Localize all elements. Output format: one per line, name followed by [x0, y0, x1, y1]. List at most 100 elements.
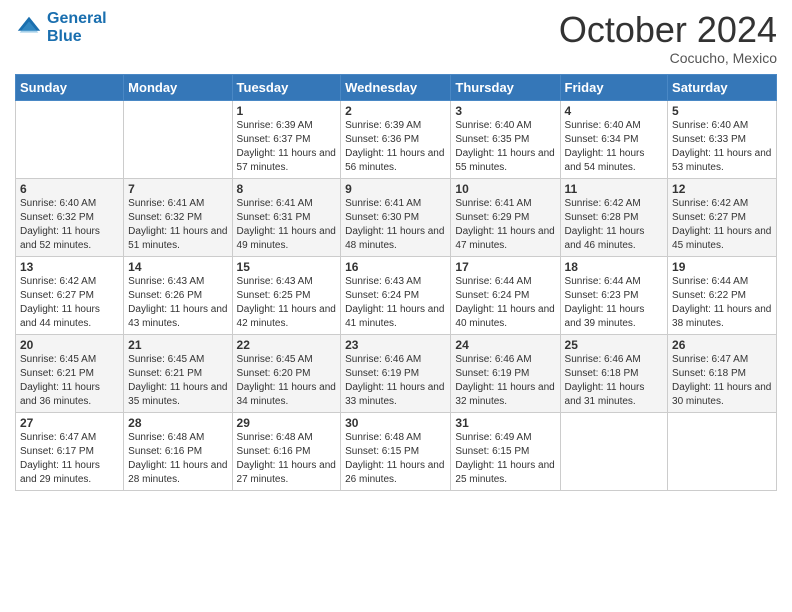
calendar-cell: 24Sunrise: 6:46 AM Sunset: 6:19 PM Dayli… [451, 334, 560, 412]
calendar-cell: 15Sunrise: 6:43 AM Sunset: 6:25 PM Dayli… [232, 256, 341, 334]
day-number: 23 [345, 338, 446, 352]
day-info: Sunrise: 6:41 AM Sunset: 6:32 PM Dayligh… [128, 197, 227, 253]
calendar-cell: 10Sunrise: 6:41 AM Sunset: 6:29 PM Dayli… [451, 178, 560, 256]
calendar-cell: 20Sunrise: 6:45 AM Sunset: 6:21 PM Dayli… [16, 334, 124, 412]
day-number: 27 [20, 416, 119, 430]
day-number: 3 [455, 104, 555, 118]
weekday-header: Thursday [451, 74, 560, 100]
day-number: 24 [455, 338, 555, 352]
weekday-header: Monday [124, 74, 232, 100]
calendar-header-row: SundayMondayTuesdayWednesdayThursdayFrid… [16, 74, 777, 100]
day-number: 7 [128, 182, 227, 196]
day-number: 14 [128, 260, 227, 274]
logo: General Blue [15, 10, 107, 45]
day-info: Sunrise: 6:45 AM Sunset: 6:20 PM Dayligh… [237, 353, 337, 409]
day-number: 13 [20, 260, 119, 274]
calendar-cell [16, 100, 124, 178]
day-info: Sunrise: 6:46 AM Sunset: 6:19 PM Dayligh… [455, 353, 555, 409]
calendar-cell: 12Sunrise: 6:42 AM Sunset: 6:27 PM Dayli… [668, 178, 777, 256]
day-number: 10 [455, 182, 555, 196]
calendar-week-row: 6Sunrise: 6:40 AM Sunset: 6:32 PM Daylig… [16, 178, 777, 256]
logo-text: General Blue [47, 10, 107, 45]
logo-general: General [47, 10, 107, 27]
weekday-header: Friday [560, 74, 668, 100]
day-info: Sunrise: 6:42 AM Sunset: 6:27 PM Dayligh… [672, 197, 772, 253]
calendar-cell: 16Sunrise: 6:43 AM Sunset: 6:24 PM Dayli… [341, 256, 451, 334]
day-number: 30 [345, 416, 446, 430]
calendar-cell: 27Sunrise: 6:47 AM Sunset: 6:17 PM Dayli… [16, 412, 124, 490]
weekday-header: Wednesday [341, 74, 451, 100]
calendar-cell: 4Sunrise: 6:40 AM Sunset: 6:34 PM Daylig… [560, 100, 668, 178]
calendar-cell [124, 100, 232, 178]
calendar-cell: 25Sunrise: 6:46 AM Sunset: 6:18 PM Dayli… [560, 334, 668, 412]
calendar-cell: 6Sunrise: 6:40 AM Sunset: 6:32 PM Daylig… [16, 178, 124, 256]
day-info: Sunrise: 6:39 AM Sunset: 6:36 PM Dayligh… [345, 119, 446, 175]
day-info: Sunrise: 6:47 AM Sunset: 6:18 PM Dayligh… [672, 353, 772, 409]
day-number: 1 [237, 104, 337, 118]
day-number: 19 [672, 260, 772, 274]
day-info: Sunrise: 6:40 AM Sunset: 6:35 PM Dayligh… [455, 119, 555, 175]
day-info: Sunrise: 6:45 AM Sunset: 6:21 PM Dayligh… [20, 353, 119, 409]
day-info: Sunrise: 6:40 AM Sunset: 6:33 PM Dayligh… [672, 119, 772, 175]
day-number: 9 [345, 182, 446, 196]
logo-icon [15, 14, 43, 42]
calendar-cell: 2Sunrise: 6:39 AM Sunset: 6:36 PM Daylig… [341, 100, 451, 178]
day-info: Sunrise: 6:42 AM Sunset: 6:28 PM Dayligh… [565, 197, 664, 253]
day-info: Sunrise: 6:44 AM Sunset: 6:22 PM Dayligh… [672, 275, 772, 331]
day-number: 16 [345, 260, 446, 274]
calendar: SundayMondayTuesdayWednesdayThursdayFrid… [15, 74, 777, 491]
calendar-cell: 22Sunrise: 6:45 AM Sunset: 6:20 PM Dayli… [232, 334, 341, 412]
calendar-cell: 1Sunrise: 6:39 AM Sunset: 6:37 PM Daylig… [232, 100, 341, 178]
day-info: Sunrise: 6:45 AM Sunset: 6:21 PM Dayligh… [128, 353, 227, 409]
calendar-cell: 9Sunrise: 6:41 AM Sunset: 6:30 PM Daylig… [341, 178, 451, 256]
day-number: 31 [455, 416, 555, 430]
day-info: Sunrise: 6:47 AM Sunset: 6:17 PM Dayligh… [20, 431, 119, 487]
calendar-cell: 23Sunrise: 6:46 AM Sunset: 6:19 PM Dayli… [341, 334, 451, 412]
day-info: Sunrise: 6:41 AM Sunset: 6:31 PM Dayligh… [237, 197, 337, 253]
day-info: Sunrise: 6:42 AM Sunset: 6:27 PM Dayligh… [20, 275, 119, 331]
calendar-cell: 30Sunrise: 6:48 AM Sunset: 6:15 PM Dayli… [341, 412, 451, 490]
calendar-week-row: 20Sunrise: 6:45 AM Sunset: 6:21 PM Dayli… [16, 334, 777, 412]
calendar-cell: 26Sunrise: 6:47 AM Sunset: 6:18 PM Dayli… [668, 334, 777, 412]
calendar-cell: 19Sunrise: 6:44 AM Sunset: 6:22 PM Dayli… [668, 256, 777, 334]
day-number: 25 [565, 338, 664, 352]
day-info: Sunrise: 6:39 AM Sunset: 6:37 PM Dayligh… [237, 119, 337, 175]
day-number: 8 [237, 182, 337, 196]
day-number: 4 [565, 104, 664, 118]
weekday-header: Tuesday [232, 74, 341, 100]
location: Cocucho, Mexico [559, 50, 777, 66]
calendar-cell: 28Sunrise: 6:48 AM Sunset: 6:16 PM Dayli… [124, 412, 232, 490]
day-info: Sunrise: 6:46 AM Sunset: 6:19 PM Dayligh… [345, 353, 446, 409]
calendar-cell: 5Sunrise: 6:40 AM Sunset: 6:33 PM Daylig… [668, 100, 777, 178]
calendar-week-row: 1Sunrise: 6:39 AM Sunset: 6:37 PM Daylig… [16, 100, 777, 178]
day-info: Sunrise: 6:49 AM Sunset: 6:15 PM Dayligh… [455, 431, 555, 487]
day-number: 20 [20, 338, 119, 352]
calendar-cell: 17Sunrise: 6:44 AM Sunset: 6:24 PM Dayli… [451, 256, 560, 334]
day-info: Sunrise: 6:41 AM Sunset: 6:29 PM Dayligh… [455, 197, 555, 253]
day-info: Sunrise: 6:44 AM Sunset: 6:24 PM Dayligh… [455, 275, 555, 331]
day-info: Sunrise: 6:48 AM Sunset: 6:15 PM Dayligh… [345, 431, 446, 487]
day-info: Sunrise: 6:40 AM Sunset: 6:32 PM Dayligh… [20, 197, 119, 253]
calendar-cell: 13Sunrise: 6:42 AM Sunset: 6:27 PM Dayli… [16, 256, 124, 334]
page: General Blue October 2024 Cocucho, Mexic… [0, 0, 792, 612]
day-number: 28 [128, 416, 227, 430]
day-number: 22 [237, 338, 337, 352]
calendar-cell [560, 412, 668, 490]
day-number: 2 [345, 104, 446, 118]
day-number: 12 [672, 182, 772, 196]
logo-blue: Blue [47, 28, 107, 46]
calendar-cell: 11Sunrise: 6:42 AM Sunset: 6:28 PM Dayli… [560, 178, 668, 256]
calendar-cell: 21Sunrise: 6:45 AM Sunset: 6:21 PM Dayli… [124, 334, 232, 412]
day-info: Sunrise: 6:41 AM Sunset: 6:30 PM Dayligh… [345, 197, 446, 253]
weekday-header: Sunday [16, 74, 124, 100]
calendar-cell: 31Sunrise: 6:49 AM Sunset: 6:15 PM Dayli… [451, 412, 560, 490]
day-number: 11 [565, 182, 664, 196]
calendar-cell: 7Sunrise: 6:41 AM Sunset: 6:32 PM Daylig… [124, 178, 232, 256]
day-number: 17 [455, 260, 555, 274]
day-info: Sunrise: 6:48 AM Sunset: 6:16 PM Dayligh… [128, 431, 227, 487]
calendar-cell: 3Sunrise: 6:40 AM Sunset: 6:35 PM Daylig… [451, 100, 560, 178]
day-info: Sunrise: 6:40 AM Sunset: 6:34 PM Dayligh… [565, 119, 664, 175]
day-number: 29 [237, 416, 337, 430]
day-info: Sunrise: 6:44 AM Sunset: 6:23 PM Dayligh… [565, 275, 664, 331]
title-block: October 2024 Cocucho, Mexico [559, 10, 777, 66]
